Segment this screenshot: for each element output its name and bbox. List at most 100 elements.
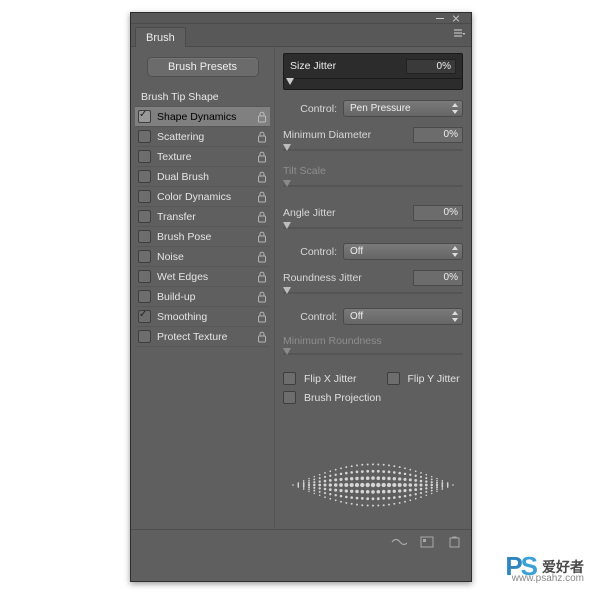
options-sidebar: Brush Presets Brush Tip Shape Shape Dynam… — [131, 47, 275, 529]
lock-icon[interactable] — [257, 291, 267, 303]
create-new-icon[interactable] — [447, 534, 463, 550]
brush-panel: Brush Brush Presets Brush Tip Shape Shape… — [130, 12, 472, 582]
brush-projection-checkbox[interactable]: Brush Projection — [283, 391, 463, 404]
flip-y-jitter-checkbox[interactable]: Flip Y Jitter — [387, 372, 460, 385]
checkbox-icon — [138, 330, 151, 343]
watermark-url: www.psahz.com — [512, 573, 584, 584]
tab-brush[interactable]: Brush — [135, 27, 186, 47]
option-smoothing[interactable]: Smoothing — [135, 307, 270, 327]
option-color-dynamics[interactable]: Color Dynamics — [135, 187, 270, 207]
lock-icon[interactable] — [257, 131, 267, 143]
option-scattering[interactable]: Scattering — [135, 127, 270, 147]
size-jitter-value[interactable]: 0% — [406, 59, 456, 74]
min-roundness-slider — [283, 349, 463, 359]
control-label: Control: — [300, 311, 337, 323]
min-diameter-label: Minimum Diameter — [283, 129, 413, 141]
checkbox-icon — [138, 230, 151, 243]
panel-footer — [131, 529, 471, 554]
option-shape-dynamics[interactable]: Shape Dynamics — [135, 107, 270, 127]
roundness-control-row: Control: Off — [283, 308, 463, 325]
min-diameter-row: Minimum Diameter 0% — [283, 127, 463, 143]
size-jitter-row: Size Jitter 0% — [283, 53, 463, 79]
option-transfer[interactable]: Transfer — [135, 207, 270, 227]
tilt-scale-row: Tilt Scale — [283, 163, 463, 179]
panel-titlebar — [131, 13, 471, 24]
size-jitter-label: Size Jitter — [290, 60, 406, 72]
option-wet-edges[interactable]: Wet Edges — [135, 267, 270, 287]
settings-area: Size Jitter 0% Control: Pen Pressure Min… — [275, 47, 471, 529]
option-label: Brush Pose — [157, 231, 211, 243]
roundness-jitter-slider[interactable] — [283, 288, 463, 298]
checkbox-icon — [138, 270, 151, 283]
checkbox-icon — [138, 130, 151, 143]
new-preset-icon[interactable] — [419, 534, 435, 550]
checkbox-icon — [283, 391, 296, 404]
option-dual-brush[interactable]: Dual Brush — [135, 167, 270, 187]
lock-icon[interactable] — [257, 191, 267, 203]
control-label: Control: — [300, 246, 337, 258]
angle-jitter-slider[interactable] — [283, 223, 463, 233]
checkbox-icon — [138, 110, 151, 123]
watermark: PS 爱好者 www.psahz.com — [505, 551, 584, 582]
checkbox-icon — [138, 290, 151, 303]
option-label: Scattering — [157, 131, 204, 143]
control-label: Control: — [300, 103, 337, 115]
size-control-row: Control: Pen Pressure — [283, 100, 463, 117]
option-label: Shape Dynamics — [157, 111, 236, 123]
flip-x-jitter-checkbox[interactable]: Flip X Jitter — [283, 372, 357, 385]
angle-jitter-label: Angle Jitter — [283, 207, 413, 219]
flip-y-label: Flip Y Jitter — [408, 373, 460, 385]
checkbox-icon — [138, 190, 151, 203]
option-brush-pose[interactable]: Brush Pose — [135, 227, 270, 247]
checkbox-icon — [138, 210, 151, 223]
close-icon[interactable] — [452, 15, 461, 22]
option-label: Wet Edges — [157, 271, 208, 283]
brush-presets-button[interactable]: Brush Presets — [147, 57, 259, 77]
option-build-up[interactable]: Build-up — [135, 287, 270, 307]
option-label: Dual Brush — [157, 171, 209, 183]
roundness-jitter-row: Roundness Jitter 0% — [283, 270, 463, 286]
toggle-preview-icon[interactable] — [391, 534, 407, 550]
angle-jitter-row: Angle Jitter 0% — [283, 205, 463, 221]
checkbox-icon — [138, 250, 151, 263]
option-brush-tip-shape[interactable]: Brush Tip Shape — [135, 87, 270, 107]
lock-icon[interactable] — [257, 251, 267, 263]
option-noise[interactable]: Noise — [135, 247, 270, 267]
tilt-scale-slider — [283, 181, 463, 191]
min-diameter-value[interactable]: 0% — [413, 127, 463, 143]
angle-control-row: Control: Off — [283, 243, 463, 260]
option-label: Protect Texture — [157, 331, 227, 343]
checkbox-icon — [283, 372, 296, 385]
roundness-control-dropdown[interactable]: Off — [343, 308, 463, 325]
checkbox-icon — [138, 310, 151, 323]
option-label: Texture — [157, 151, 191, 163]
option-label: Color Dynamics — [157, 191, 231, 203]
roundness-jitter-value[interactable]: 0% — [413, 270, 463, 286]
option-label: Brush Tip Shape — [141, 91, 219, 103]
option-protect-texture[interactable]: Protect Texture — [135, 327, 270, 347]
roundness-jitter-label: Roundness Jitter — [283, 272, 413, 284]
option-label: Smoothing — [157, 311, 207, 323]
lock-icon[interactable] — [257, 111, 267, 123]
panel-tabbar: Brush — [131, 24, 471, 46]
checkbox-icon — [387, 372, 400, 385]
size-control-dropdown[interactable]: Pen Pressure — [343, 100, 463, 117]
option-label: Transfer — [157, 211, 196, 223]
lock-icon[interactable] — [257, 171, 267, 183]
option-texture[interactable]: Texture — [135, 147, 270, 167]
lock-icon[interactable] — [257, 311, 267, 323]
lock-icon[interactable] — [257, 211, 267, 223]
lock-icon[interactable] — [257, 331, 267, 343]
panel-menu-icon[interactable] — [453, 29, 465, 39]
angle-jitter-value[interactable]: 0% — [413, 205, 463, 221]
angle-control-dropdown[interactable]: Off — [343, 243, 463, 260]
lock-icon[interactable] — [257, 231, 267, 243]
checkbox-icon — [138, 170, 151, 183]
lock-icon[interactable] — [257, 151, 267, 163]
collapse-icon[interactable] — [436, 15, 445, 22]
min-roundness-row: Minimum Roundness — [283, 335, 463, 347]
min-diameter-slider[interactable] — [283, 145, 463, 155]
min-roundness-label: Minimum Roundness — [283, 335, 463, 347]
lock-icon[interactable] — [257, 271, 267, 283]
size-jitter-slider[interactable] — [283, 79, 463, 90]
